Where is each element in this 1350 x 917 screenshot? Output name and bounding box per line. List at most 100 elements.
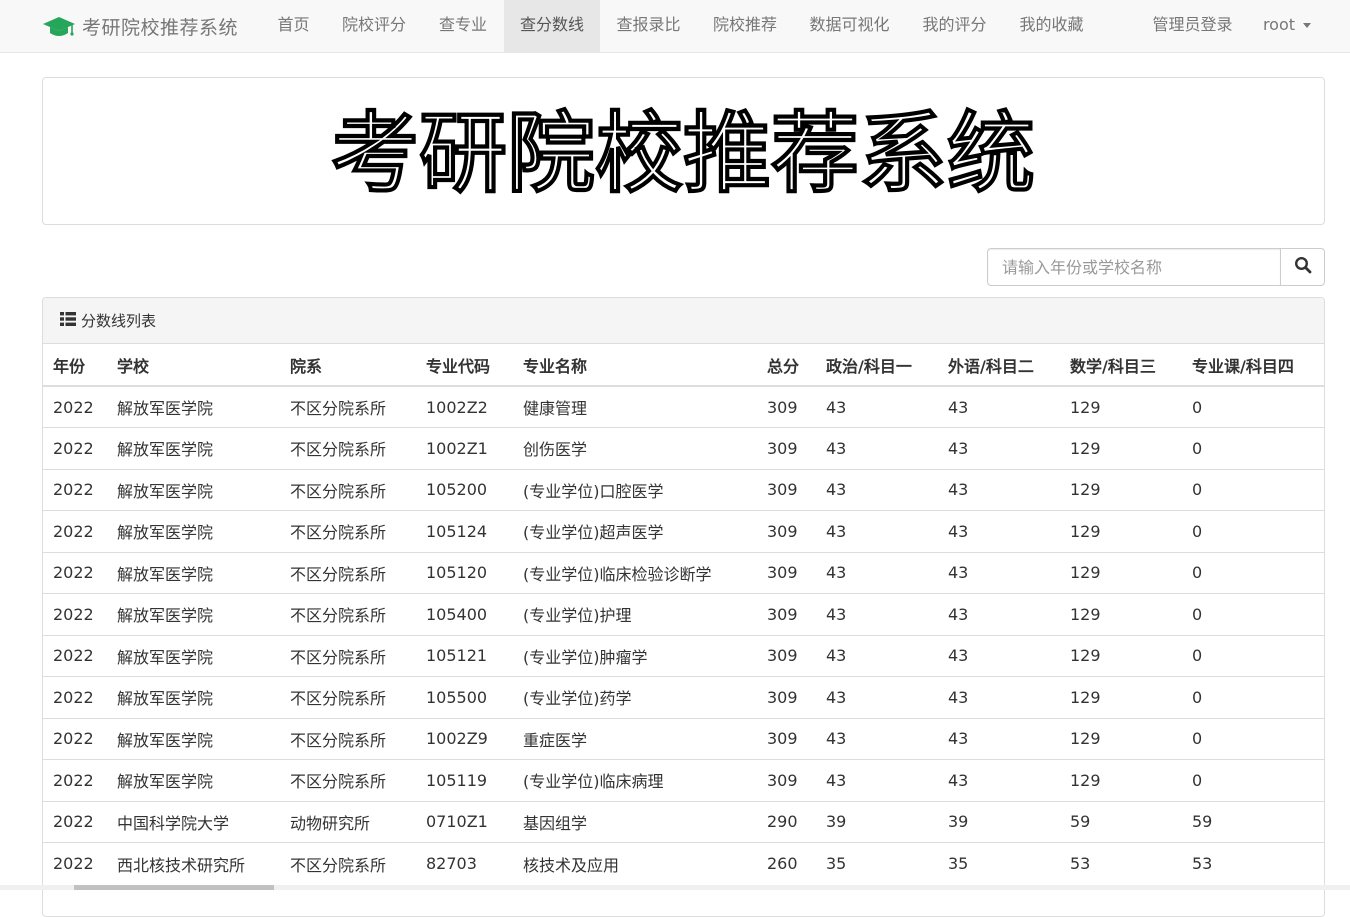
table-cell: 39 bbox=[938, 800, 1060, 843]
column-header: 专业名称 bbox=[513, 344, 757, 387]
nav-search-major[interactable]: 查专业 bbox=[422, 0, 504, 52]
search-input[interactable] bbox=[987, 248, 1281, 286]
table-cell: 105120 bbox=[416, 551, 513, 594]
table-cell: 基因组学 bbox=[513, 800, 757, 843]
table-cell: 129 bbox=[1060, 510, 1182, 552]
table-cell: 0 bbox=[1192, 397, 1203, 417]
table-cell: 43 bbox=[938, 551, 1060, 594]
table-cell: 不区分院系所 bbox=[290, 399, 387, 418]
table-cell: 重症医学 bbox=[513, 717, 757, 760]
table-cell: 105400 bbox=[416, 593, 513, 635]
table-cell: 解放军医学院 bbox=[117, 399, 214, 418]
table-cell: 2022 bbox=[53, 397, 94, 417]
table-row: 2022 中国科学院大学 动物研究所 0710Z1 基因组学 290 39 39 59 59 bbox=[43, 800, 1324, 843]
table-cell: 2022 bbox=[43, 510, 107, 552]
table-cell: 59 bbox=[1182, 800, 1324, 843]
table-cell: 解放军医学院 bbox=[107, 551, 280, 594]
table-cell: 43 bbox=[938, 593, 1060, 635]
table-cell: 创伤医学 bbox=[513, 427, 757, 469]
search-button[interactable] bbox=[1280, 248, 1325, 286]
score-line-table: 年份 学校 院系 专业代码 专业名称 总分 政治/科目一 外语/科目二 数学/科目三 专业课/科目… bbox=[43, 344, 1324, 884]
table-cell: 2022 bbox=[43, 551, 107, 594]
table-cell: 35 bbox=[938, 842, 1060, 884]
table-cell: 43 bbox=[938, 676, 1060, 718]
table-cell: 1002Z2 bbox=[426, 397, 488, 417]
table-cell: 43 bbox=[948, 397, 969, 417]
scrollbar-thumb[interactable] bbox=[74, 885, 274, 890]
table-cell: 129 bbox=[1060, 427, 1182, 469]
table-cell: 43 bbox=[816, 676, 938, 718]
table-cell: 中国科学院大学 bbox=[107, 800, 280, 843]
table-cell: 0 bbox=[1182, 634, 1324, 677]
user-menu[interactable]: root bbox=[1249, 0, 1325, 52]
table-cell: 不区分院系所 bbox=[280, 593, 416, 635]
table-row: 2022 解放军医学院 不区分院系所 105500 (专业学位)药学 309 43 43 129… bbox=[43, 676, 1324, 718]
table-row: 2022 解放军医学院 不区分院系所 1002Z9 重症医学 309 43 43 129 0 bbox=[43, 717, 1324, 760]
table-cell: 2022 bbox=[43, 676, 107, 718]
table-cell: 不区分院系所 bbox=[280, 717, 416, 760]
banner-title: 考研院校推荐系统 bbox=[331, 102, 1035, 205]
table-cell: 解放军医学院 bbox=[107, 676, 280, 718]
table-row: 2022 解放军医学院 不区分院系所 105124 (专业学位)超声医学 309 43 43 1… bbox=[43, 510, 1324, 552]
table-cell: 不区分院系所 bbox=[280, 676, 416, 718]
table-cell: 43 bbox=[826, 397, 847, 417]
table-row: 2022 解放军医学院 不区分院系所 105400 (专业学位)护理 309 43 43 129… bbox=[43, 593, 1324, 635]
table-cell: 核技术及应用 bbox=[513, 842, 757, 884]
score-line-panel: 分数线列表 年份 学校 院系 专业代码 专业名称 总分 政治/科目一 外语/科目二 数学/科目三… bbox=[42, 297, 1325, 917]
table-cell: 39 bbox=[816, 800, 938, 843]
table-cell: 2022 bbox=[43, 842, 107, 884]
column-header: 数学/科目三 bbox=[1060, 344, 1182, 387]
banner-title-graphic: 考研院校推荐系统 bbox=[330, 101, 1035, 205]
column-header: 学校 bbox=[107, 344, 280, 387]
nav-school-rating[interactable]: 院校评分 bbox=[326, 0, 422, 52]
table-cell: 309 bbox=[757, 427, 816, 469]
nav-score-line[interactable]: 查分数线 bbox=[504, 0, 600, 52]
table-cell: 105500 bbox=[416, 676, 513, 718]
list-icon bbox=[60, 311, 76, 330]
table-cell: 43 bbox=[816, 510, 938, 552]
table-cell: 0 bbox=[1182, 676, 1324, 718]
table-cell: 129 bbox=[1060, 593, 1182, 635]
table-cell: 不区分院系所 bbox=[280, 551, 416, 594]
table-cell: 309 bbox=[757, 634, 816, 677]
table-cell: 43 bbox=[938, 759, 1060, 801]
table-cell: 1002Z1 bbox=[416, 427, 513, 469]
nav-my-favorites[interactable]: 我的收藏 bbox=[1003, 0, 1100, 52]
user-name: root bbox=[1262, 15, 1296, 34]
table-cell: 309 bbox=[757, 717, 816, 760]
table-cell: 解放军医学院 bbox=[107, 510, 280, 552]
table-row: 2022 解放军医学院 不区分院系所 105120 (专业学位)临床检验诊断学 309 43… bbox=[43, 551, 1324, 594]
table-cell: (专业学位)口腔医学 bbox=[513, 468, 757, 511]
table-cell: 129 bbox=[1060, 717, 1182, 760]
caret-down-icon bbox=[1303, 23, 1312, 28]
table-cell: 不区分院系所 bbox=[280, 842, 416, 884]
table-row: 2022 解放军医学院 不区分院系所 1002Z2 健康管理 309 43 43 129 0 bbox=[43, 386, 1324, 428]
table-cell: 解放军医学院 bbox=[107, 427, 280, 469]
nav-school-recommend[interactable]: 院校推荐 bbox=[697, 0, 793, 52]
brand-link[interactable]: 考研院校推荐系统 bbox=[42, 0, 238, 52]
table-cell: 2022 bbox=[43, 759, 107, 801]
nav-admission-ratio[interactable]: 查报录比 bbox=[600, 0, 697, 52]
nav-my-ratings[interactable]: 我的评分 bbox=[906, 0, 1003, 52]
table-cell: 53 bbox=[1060, 842, 1182, 884]
table-cell: 129 bbox=[1060, 676, 1182, 718]
table-cell: 309 bbox=[757, 676, 816, 718]
column-header: 年份 bbox=[43, 344, 107, 387]
table-cell: 2022 bbox=[43, 800, 107, 843]
table-cell: 0 bbox=[1182, 510, 1324, 552]
table-cell: 43 bbox=[938, 510, 1060, 552]
table-row: 2022 解放军医学院 不区分院系所 105119 (专业学位)临床病理 309 43 43 1… bbox=[43, 759, 1324, 801]
table-cell: 解放军医学院 bbox=[107, 717, 280, 760]
table-cell: 105119 bbox=[416, 759, 513, 801]
table-cell: 59 bbox=[1060, 800, 1182, 843]
table-cell: 105121 bbox=[416, 634, 513, 677]
nav-data-visualization[interactable]: 数据可视化 bbox=[793, 0, 906, 52]
banner: 考研院校推荐系统 bbox=[42, 77, 1325, 225]
column-header: 院系 bbox=[280, 344, 416, 387]
nav-home[interactable]: 首页 bbox=[261, 0, 326, 52]
table-cell: 43 bbox=[816, 551, 938, 594]
admin-login-link[interactable]: 管理员登录 bbox=[1136, 0, 1249, 52]
search-group bbox=[987, 248, 1325, 286]
table-cell: 129 bbox=[1060, 634, 1182, 677]
table-cell: 43 bbox=[816, 759, 938, 801]
